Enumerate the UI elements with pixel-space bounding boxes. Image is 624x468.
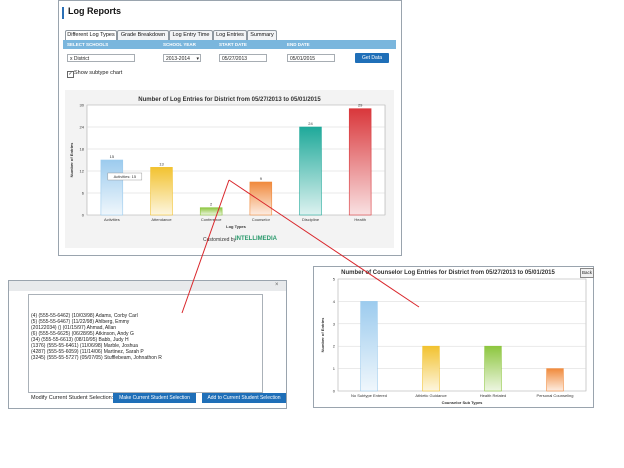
x-tick-label: Health: [354, 217, 366, 222]
title-accent-icon: [62, 7, 64, 19]
y-tick-label: 12: [80, 169, 85, 174]
bar-value-label: 15: [110, 154, 115, 159]
intellimedia-logo: INTELLIMEDIA: [235, 236, 277, 242]
x-tick-label: Health Related: [480, 393, 506, 398]
tab-log-entry-time[interactable]: Log Entry Time: [169, 30, 213, 40]
modify-selection-label: Modify Current Student Selection:: [31, 395, 114, 401]
log-types-chart: 061218243015Activities13Attendance2Confe…: [69, 103, 386, 229]
x-tick-label: Personal Counseling: [537, 393, 574, 398]
bar-no-subtype-entered: [360, 301, 378, 392]
y-tick-label: 5: [333, 277, 336, 282]
end-date-input[interactable]: 05/01/2015: [287, 54, 335, 62]
list-item[interactable]: (3245) (555-55-5727) (05/07/05) Stuffleb…: [31, 355, 162, 361]
x-axis-label: Counselor Sub Types: [442, 400, 484, 405]
y-tick-label: 4: [333, 299, 336, 304]
x-axis-label: Log Types: [226, 224, 246, 229]
y-axis-label: Number of Entries: [69, 142, 74, 177]
log-types-chart-panel: Number of Log Entries for District from …: [65, 90, 394, 248]
bar-activities: [100, 159, 124, 216]
y-axis-label: Number of Entries: [320, 317, 325, 352]
chevron-down-icon: ▾: [196, 56, 199, 62]
y-tick-label: 2: [333, 344, 336, 349]
page-title: Log Reports: [68, 6, 121, 16]
y-tick-label: 6: [82, 191, 85, 196]
counselor-chart: 0 1 2 3 4 5 No Subtype Entered Athletic Guidanc…: [320, 277, 587, 405]
start-date-input[interactable]: 05/27/2013: [219, 54, 267, 62]
school-year-select[interactable]: 2013-2014 ▾: [163, 54, 201, 62]
bar-athletic-guidance: [422, 345, 440, 392]
header-start-date: START DATE: [219, 42, 247, 47]
y-tick-label: 30: [80, 103, 85, 108]
tab-summary[interactable]: Summary: [247, 30, 277, 40]
show-subtype-label: Show subtype chart: [74, 70, 123, 76]
x-tick-label: Attendance: [151, 217, 172, 222]
student-selection-popup: × (4) (555-55-6462) (10/03/98) Adams, Co…: [8, 280, 287, 409]
powered-by-label: Customized by: [203, 237, 237, 243]
school-select[interactable]: x District: [67, 54, 135, 62]
x-tick-label: No Subtype Entered: [351, 393, 387, 398]
y-tick-label: 0: [82, 213, 85, 218]
x-tick-label: Discipline: [302, 217, 320, 222]
bar-value-label: 13: [159, 161, 164, 166]
header-end-date: END DATE: [287, 42, 310, 47]
log-reports-window: Log Reports Different Log Types Grade Br…: [58, 0, 402, 256]
bar-health-related: [484, 345, 502, 392]
y-tick-label: 18: [80, 147, 85, 152]
bar-health: [348, 108, 372, 216]
x-tick-label: Conference: [201, 217, 222, 222]
make-selection-button[interactable]: Make Current Student Selection: [113, 393, 196, 403]
show-subtype-checkbox[interactable]: ✓: [67, 71, 74, 78]
tab-log-entries[interactable]: Log Entries: [213, 30, 247, 40]
title-bar: Log Reports: [59, 1, 401, 23]
y-tick-label: 3: [333, 321, 336, 326]
school-year-value: 2013-2014: [166, 56, 190, 62]
y-tick-label: 0: [333, 389, 336, 394]
bar-counselor: [249, 181, 273, 216]
header-select-schools: SELECT SCHOOLS: [67, 42, 109, 47]
tab-grade-breakdown[interactable]: Grade Breakdown: [117, 30, 169, 40]
bar-personal-counseling: [546, 368, 564, 392]
get-data-button[interactable]: Get Data: [355, 53, 389, 63]
x-tick-label: Athletic Guidance: [415, 393, 447, 398]
header-school-year: SCHOOL YEAR: [163, 42, 196, 47]
bar-value-label: 24: [308, 121, 313, 126]
x-tick-label: Counselor: [252, 217, 271, 222]
add-selection-button[interactable]: Add to Current Student Selection: [202, 393, 286, 403]
bar-attendance: [150, 167, 173, 216]
tooltip-text: Activities: 15: [114, 174, 137, 179]
y-tick-label: 24: [80, 125, 85, 130]
plot-area: [86, 104, 386, 216]
close-icon[interactable]: ×: [275, 282, 279, 288]
tab-different-log-types[interactable]: Different Log Types: [65, 30, 117, 40]
x-tick-label: Activities: [104, 217, 120, 222]
bar-conference: [199, 207, 223, 216]
bar-discipline: [299, 126, 322, 216]
popup-title-bar: [9, 281, 286, 291]
student-listbox[interactable]: (4) (555-55-6462) (10/03/98) Adams, Corb…: [28, 294, 263, 393]
counselor-chart-window: Number of Counselor Log Entries for Dist…: [313, 266, 594, 408]
bar-value-label: 29: [358, 103, 363, 108]
y-tick-label: 1: [333, 366, 336, 371]
